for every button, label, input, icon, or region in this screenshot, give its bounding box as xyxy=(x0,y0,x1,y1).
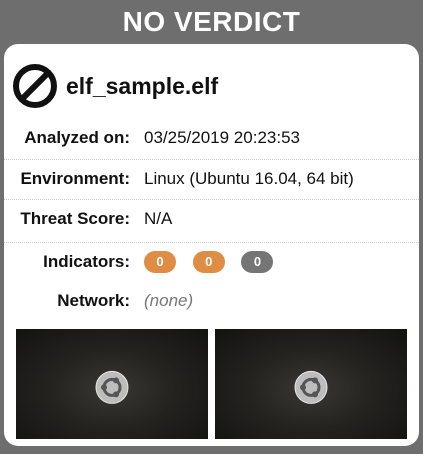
informative-indicator-badge[interactable]: 0 xyxy=(241,251,274,273)
screenshot-thumbnail-2[interactable] xyxy=(215,329,407,439)
verdict-banner: NO VERDICT xyxy=(0,0,423,44)
screenshots xyxy=(16,329,407,439)
threat-score-value: N/A xyxy=(144,209,173,228)
indicators-row: Indicators: 0 0 0 xyxy=(4,242,419,281)
no-verdict-icon xyxy=(13,64,57,108)
report-card: elf_sample.elf Analyzed on: 03/25/2019 2… xyxy=(4,44,419,446)
analyzed-on-value: 03/25/2019 20:23:53 xyxy=(144,128,300,147)
network-label: Network: xyxy=(57,291,130,310)
indicators-label: Indicators: xyxy=(43,252,130,271)
analyzed-on-label: Analyzed on: xyxy=(24,128,130,147)
analyzed-on-row: Analyzed on: 03/25/2019 20:23:53 xyxy=(4,119,419,157)
threat-score-label: Threat Score: xyxy=(20,209,130,228)
malicious-indicator-badge[interactable]: 0 xyxy=(144,251,176,273)
file-name[interactable]: elf_sample.elf xyxy=(66,73,218,100)
ubuntu-logo-icon xyxy=(294,370,328,404)
threat-score-row: Threat Score: N/A xyxy=(4,199,419,238)
screenshot-thumbnail-1[interactable] xyxy=(16,329,208,439)
network-row: Network: (none) xyxy=(4,282,419,320)
network-value: (none) xyxy=(144,291,194,310)
environment-label: Environment: xyxy=(20,169,130,188)
suspicious-indicator-badge[interactable]: 0 xyxy=(192,251,225,273)
environment-value: Linux (Ubuntu 16.04, 64 bit) xyxy=(144,169,354,188)
environment-row: Environment: Linux (Ubuntu 16.04, 64 bit… xyxy=(4,159,419,198)
ubuntu-logo-icon xyxy=(95,370,129,404)
report-title-row: elf_sample.elf xyxy=(12,60,411,112)
indicators-values: 0 0 0 xyxy=(144,251,285,273)
